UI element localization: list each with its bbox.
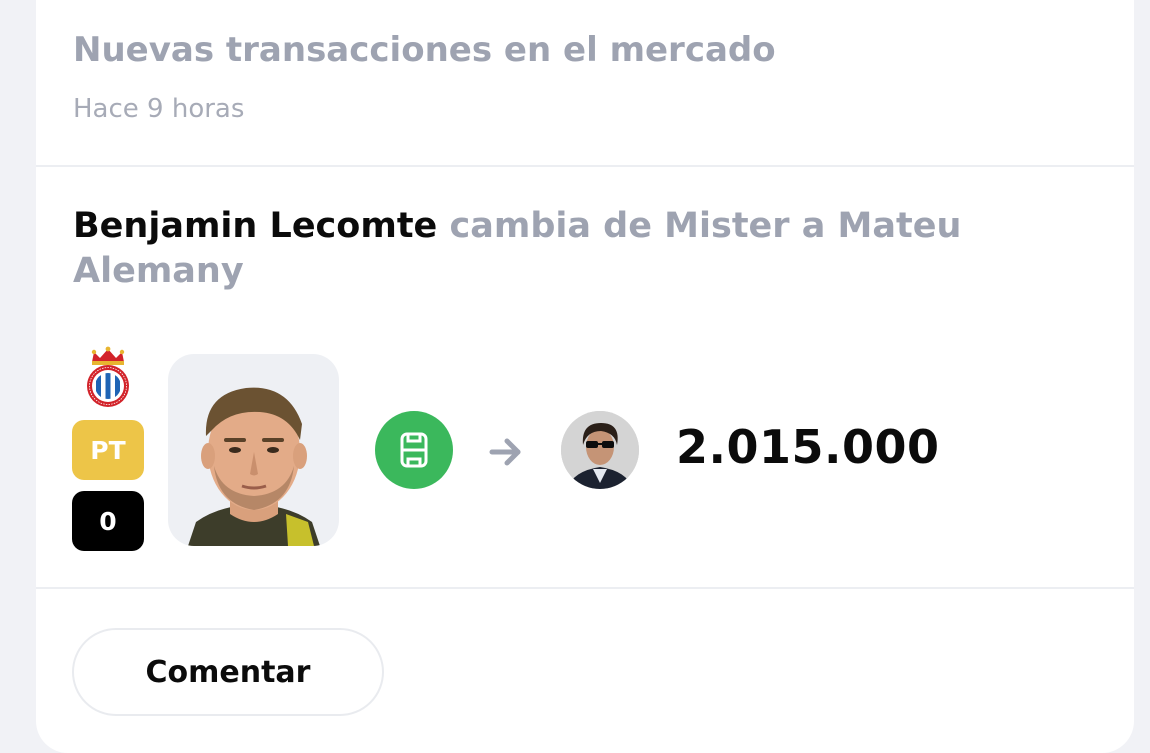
from-user-name: Mister [664,206,790,246]
points-badge: 0 [72,491,144,551]
transaction-headline: Benjamin Lecomte cambia de Mister a Mate… [73,204,973,294]
comment-button[interactable]: Comentar [72,628,384,716]
card-header: Nuevas transacciones en el mercado Hace … [36,0,1134,166]
timestamp: Hace 9 horas [73,94,245,124]
player-name[interactable]: Benjamin Lecomte [73,206,437,246]
position-badge: PT [72,420,144,480]
rcd-espanyol-crest-icon [84,346,132,408]
connector-text: a [801,206,826,246]
transaction-card: Nuevas transacciones en el mercado Hace … [36,0,1134,753]
arrow-right-icon [488,434,524,470]
divider [36,165,1134,167]
football-pitch-icon [375,411,453,489]
player-photo[interactable] [168,354,339,546]
user-avatar[interactable] [561,411,639,489]
verb-text: cambia de [449,206,652,246]
divider [36,587,1134,589]
transfer-price: 2.015.000 [676,420,940,474]
card-title: Nuevas transacciones en el mercado [73,30,776,70]
